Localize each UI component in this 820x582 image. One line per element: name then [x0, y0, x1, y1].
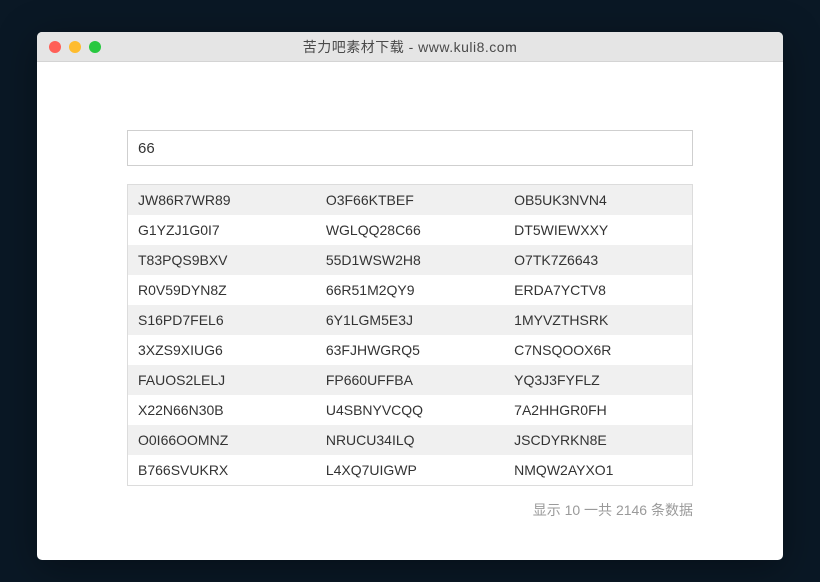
window-title: 苦力吧素材下载 - www.kuli8.com: [37, 37, 783, 57]
maximize-icon[interactable]: [89, 41, 101, 53]
table-cell: NMQW2AYXO1: [504, 455, 692, 486]
table-cell: 6Y1LGM5E3J: [316, 305, 504, 335]
table-cell: 66R51M2QY9: [316, 275, 504, 305]
table-cell: O3F66KTBEF: [316, 185, 504, 216]
table-cell: O0I66OOMNZ: [128, 425, 316, 455]
titlebar[interactable]: 苦力吧素材下载 - www.kuli8.com: [37, 32, 783, 62]
traffic-lights: [49, 41, 101, 53]
table-cell: JW86R7WR89: [128, 185, 316, 216]
table-cell: B766SVUKRX: [128, 455, 316, 486]
content-area: JW86R7WR89O3F66KTBEFOB5UK3NVN4G1YZJ1G0I7…: [37, 62, 783, 560]
minimize-icon[interactable]: [69, 41, 81, 53]
table-row: 3XZS9XIUG663FJHWGRQ5C7NSQOOX6R: [128, 335, 693, 365]
table-cell: 7A2HHGR0FH: [504, 395, 692, 425]
table-cell: FP660UFFBA: [316, 365, 504, 395]
table-cell: G1YZJ1G0I7: [128, 215, 316, 245]
close-icon[interactable]: [49, 41, 61, 53]
table-row: JW86R7WR89O3F66KTBEFOB5UK3NVN4: [128, 185, 693, 216]
table-cell: O7TK7Z6643: [504, 245, 692, 275]
status-text: 显示 10 一共 2146 条数据: [127, 500, 693, 520]
table-cell: X22N66N30B: [128, 395, 316, 425]
table-row: S16PD7FEL66Y1LGM5E3J1MYVZTHSRK: [128, 305, 693, 335]
table-cell: WGLQQ28C66: [316, 215, 504, 245]
table-cell: 63FJHWGRQ5: [316, 335, 504, 365]
table-cell: ERDA7YCTV8: [504, 275, 692, 305]
table-row: R0V59DYN8Z66R51M2QY9ERDA7YCTV8: [128, 275, 693, 305]
search-input[interactable]: [127, 130, 693, 166]
results-table: JW86R7WR89O3F66KTBEFOB5UK3NVN4G1YZJ1G0I7…: [127, 184, 693, 486]
table-cell: DT5WIEWXXY: [504, 215, 692, 245]
table-cell: U4SBNYVCQQ: [316, 395, 504, 425]
table-row: FAUOS2LELJFP660UFFBAYQ3J3FYFLZ: [128, 365, 693, 395]
table-cell: 55D1WSW2H8: [316, 245, 504, 275]
table-row: X22N66N30BU4SBNYVCQQ7A2HHGR0FH: [128, 395, 693, 425]
table-cell: C7NSQOOX6R: [504, 335, 692, 365]
table-cell: 1MYVZTHSRK: [504, 305, 692, 335]
table-cell: FAUOS2LELJ: [128, 365, 316, 395]
table-cell: R0V59DYN8Z: [128, 275, 316, 305]
table-row: T83PQS9BXV55D1WSW2H8O7TK7Z6643: [128, 245, 693, 275]
table-row: B766SVUKRXL4XQ7UIGWPNMQW2AYXO1: [128, 455, 693, 486]
table-cell: 3XZS9XIUG6: [128, 335, 316, 365]
table-cell: YQ3J3FYFLZ: [504, 365, 692, 395]
table-row: O0I66OOMNZNRUCU34ILQJSCDYRKN8E: [128, 425, 693, 455]
table-cell: L4XQ7UIGWP: [316, 455, 504, 486]
table-cell: JSCDYRKN8E: [504, 425, 692, 455]
app-window: 苦力吧素材下载 - www.kuli8.com JW86R7WR89O3F66K…: [37, 32, 783, 560]
table-row: G1YZJ1G0I7WGLQQ28C66DT5WIEWXXY: [128, 215, 693, 245]
table-cell: S16PD7FEL6: [128, 305, 316, 335]
table-cell: T83PQS9BXV: [128, 245, 316, 275]
table-cell: OB5UK3NVN4: [504, 185, 692, 216]
table-cell: NRUCU34ILQ: [316, 425, 504, 455]
